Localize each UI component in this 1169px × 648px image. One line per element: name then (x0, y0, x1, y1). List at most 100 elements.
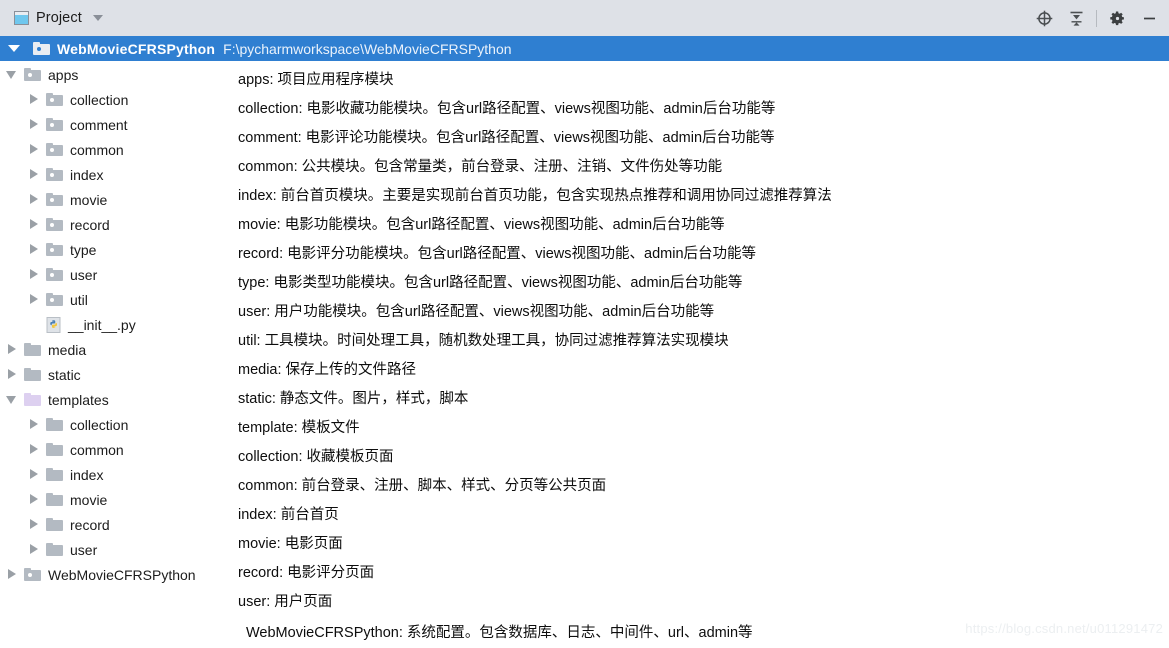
chevron-right-icon[interactable] (28, 94, 39, 105)
module-description-line: user: 用户页面 (238, 594, 333, 610)
chevron-down-icon[interactable] (6, 394, 17, 405)
chevron-right-icon[interactable] (28, 119, 39, 130)
tool-window-header: Project (0, 0, 1169, 36)
tree-row[interactable]: movie (0, 187, 232, 212)
folder-icon (46, 143, 63, 156)
toolbar-separator (1096, 9, 1097, 27)
tree-row-label: movie (70, 491, 108, 508)
folder-icon (46, 193, 63, 206)
project-root-row[interactable]: WebMovieCFRSPython F:\pycharmworkspace\W… (0, 36, 1169, 61)
module-description-line: index: 前台首页 (238, 507, 339, 523)
folder-icon (24, 568, 41, 581)
module-description-line: index: 前台首页模块。主要是实现前台首页功能，包含实现热点推荐和调用协同过… (238, 188, 832, 204)
tree-row[interactable]: static (0, 362, 232, 387)
module-description-line: movie: 电影页面 (238, 536, 343, 552)
folder-icon (46, 443, 63, 456)
folder-icon (46, 468, 63, 481)
tree-row[interactable]: collection (0, 412, 232, 437)
chevron-right-icon[interactable] (28, 469, 39, 480)
chevron-right-icon[interactable] (6, 369, 17, 380)
chevron-right-icon[interactable] (28, 419, 39, 430)
project-panel-icon (14, 11, 29, 25)
locate-target-icon[interactable] (1028, 1, 1060, 35)
folder-icon (46, 118, 63, 131)
folder-icon (46, 418, 63, 431)
project-root-path: F:\pycharmworkspace\WebMovieCFRSPython (223, 40, 512, 57)
module-description-line: static: 静态文件。图片，样式，脚本 (238, 391, 469, 407)
folder-icon (46, 268, 63, 281)
tree-row[interactable]: user (0, 537, 232, 562)
tree-row[interactable]: index (0, 462, 232, 487)
module-description-line: record: 电影评分功能模块。包含url路径配置、views视图功能、adm… (238, 246, 757, 262)
chevron-right-icon[interactable] (28, 219, 39, 230)
tree-row[interactable]: __init__.py (0, 312, 232, 337)
folder-icon (46, 518, 63, 531)
tree-row-label: collection (70, 416, 129, 433)
module-description-line: collection: 电影收藏功能模块。包含url路径配置、views视图功能… (238, 101, 776, 117)
chevron-right-icon[interactable] (28, 244, 39, 255)
chevron-right-icon[interactable] (6, 569, 17, 580)
tree-row[interactable]: util (0, 287, 232, 312)
tree-row-label: record (70, 216, 110, 233)
chevron-right-icon[interactable] (28, 169, 39, 180)
folder-icon (24, 68, 41, 81)
tree-row-label: static (48, 366, 81, 383)
tree-row[interactable]: movie (0, 487, 232, 512)
tree-row[interactable]: templates (0, 387, 232, 412)
tree-row-label: util (70, 291, 88, 308)
settings-gear-icon[interactable] (1101, 1, 1133, 35)
module-description-line: common: 前台登录、注册、脚本、样式、分页等公共页面 (238, 478, 607, 494)
tree-row[interactable]: media (0, 337, 232, 362)
tree-row-label: index (70, 466, 104, 483)
tree-row-label: collection (70, 91, 129, 108)
tree-row[interactable]: common (0, 137, 232, 162)
tree-row-label: movie (70, 191, 108, 208)
hide-panel-icon[interactable] (1133, 1, 1165, 35)
project-file-tree[interactable]: apps collection comment common index movie rec… (0, 61, 232, 640)
chevron-right-icon[interactable] (28, 294, 39, 305)
module-description-line: movie: 电影功能模块。包含url路径配置、views视图功能、admin后… (238, 217, 725, 233)
folder-icon (46, 168, 63, 181)
chevron-right-icon[interactable] (28, 519, 39, 530)
chevron-right-icon[interactable] (28, 444, 39, 455)
folder-icon (24, 343, 41, 356)
chevron-right-icon[interactable] (28, 269, 39, 280)
tree-row[interactable]: record (0, 212, 232, 237)
tree-row[interactable]: WebMovieCFRSPython (0, 562, 232, 587)
chevron-right-icon[interactable] (28, 194, 39, 205)
chevron-right-icon[interactable] (28, 144, 39, 155)
tree-row[interactable]: common (0, 437, 232, 462)
module-description-line: template: 模板文件 (238, 420, 360, 436)
tree-row-label: user (70, 541, 98, 558)
tree-row-label: type (70, 241, 97, 258)
chevron-down-icon[interactable] (92, 15, 103, 21)
chevron-right-icon[interactable] (28, 494, 39, 505)
tree-row-label: common (70, 141, 124, 158)
tree-row[interactable]: record (0, 512, 232, 537)
chevron-right-icon[interactable] (6, 344, 17, 355)
folder-icon (24, 393, 41, 406)
tree-row-label: apps (48, 66, 79, 83)
watermark-text: https://blog.csdn.net/u011291472 (965, 621, 1163, 636)
collapse-all-icon[interactable] (1060, 1, 1092, 35)
tree-row-label: comment (70, 116, 128, 133)
tree-row-label: templates (48, 391, 109, 408)
toolbar-actions (1028, 0, 1165, 36)
tree-row[interactable]: type (0, 237, 232, 262)
tree-row[interactable]: index (0, 162, 232, 187)
tree-row-label: WebMovieCFRSPython (48, 566, 196, 583)
tree-row[interactable]: user (0, 262, 232, 287)
chevron-down-icon[interactable] (6, 69, 17, 80)
tree-row-label: media (48, 341, 87, 358)
tree-row-label: common (70, 441, 124, 458)
module-description-list: apps: 项目应用程序模块 collection: 电影收藏功能模块。包含url… (232, 61, 1169, 641)
tree-row[interactable]: apps (0, 62, 232, 87)
folder-icon (46, 218, 63, 231)
tree-row[interactable]: comment (0, 112, 232, 137)
project-tool-tab[interactable]: Project (0, 0, 103, 36)
project-root-name: WebMovieCFRSPython (57, 40, 216, 57)
chevron-down-icon[interactable] (8, 45, 20, 52)
tree-row[interactable]: collection (0, 87, 232, 112)
folder-icon (46, 93, 63, 106)
chevron-right-icon[interactable] (28, 544, 39, 555)
